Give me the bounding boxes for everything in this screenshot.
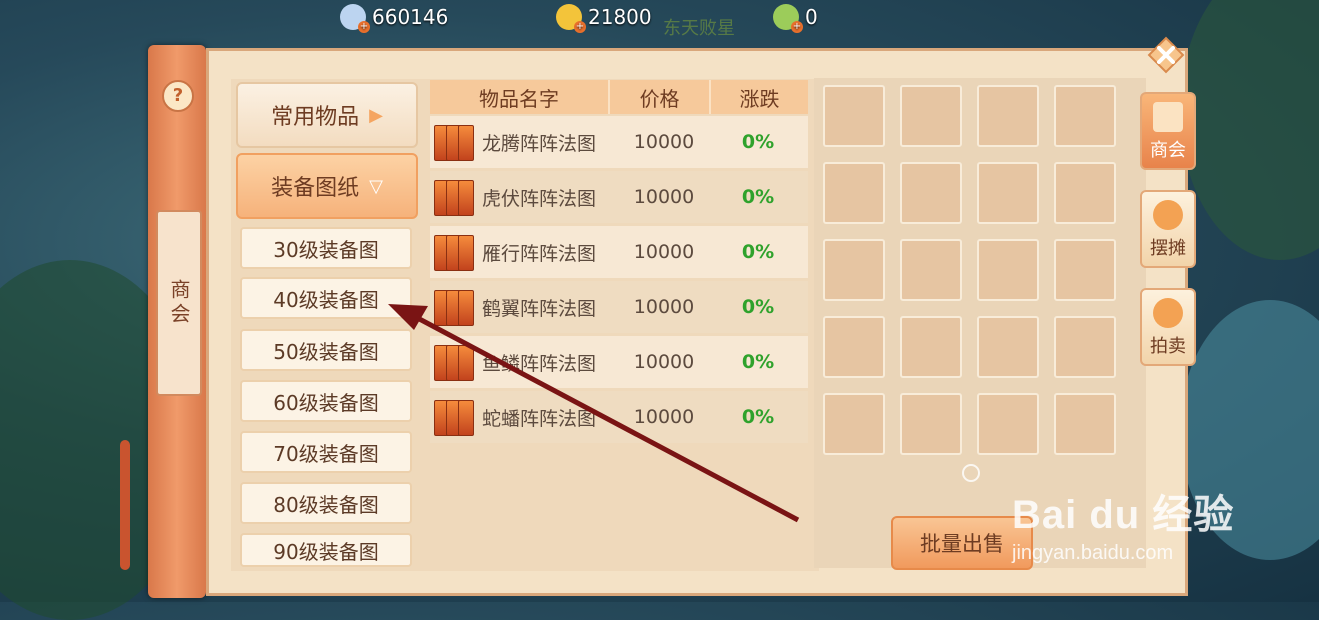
watermark-url: jingyan.baidu.com: [1012, 542, 1174, 564]
baidu-watermark: Bai du 经验 jingyan.baidu.com: [1012, 482, 1234, 565]
watermark-brand: Bai du 经验: [1012, 493, 1235, 537]
